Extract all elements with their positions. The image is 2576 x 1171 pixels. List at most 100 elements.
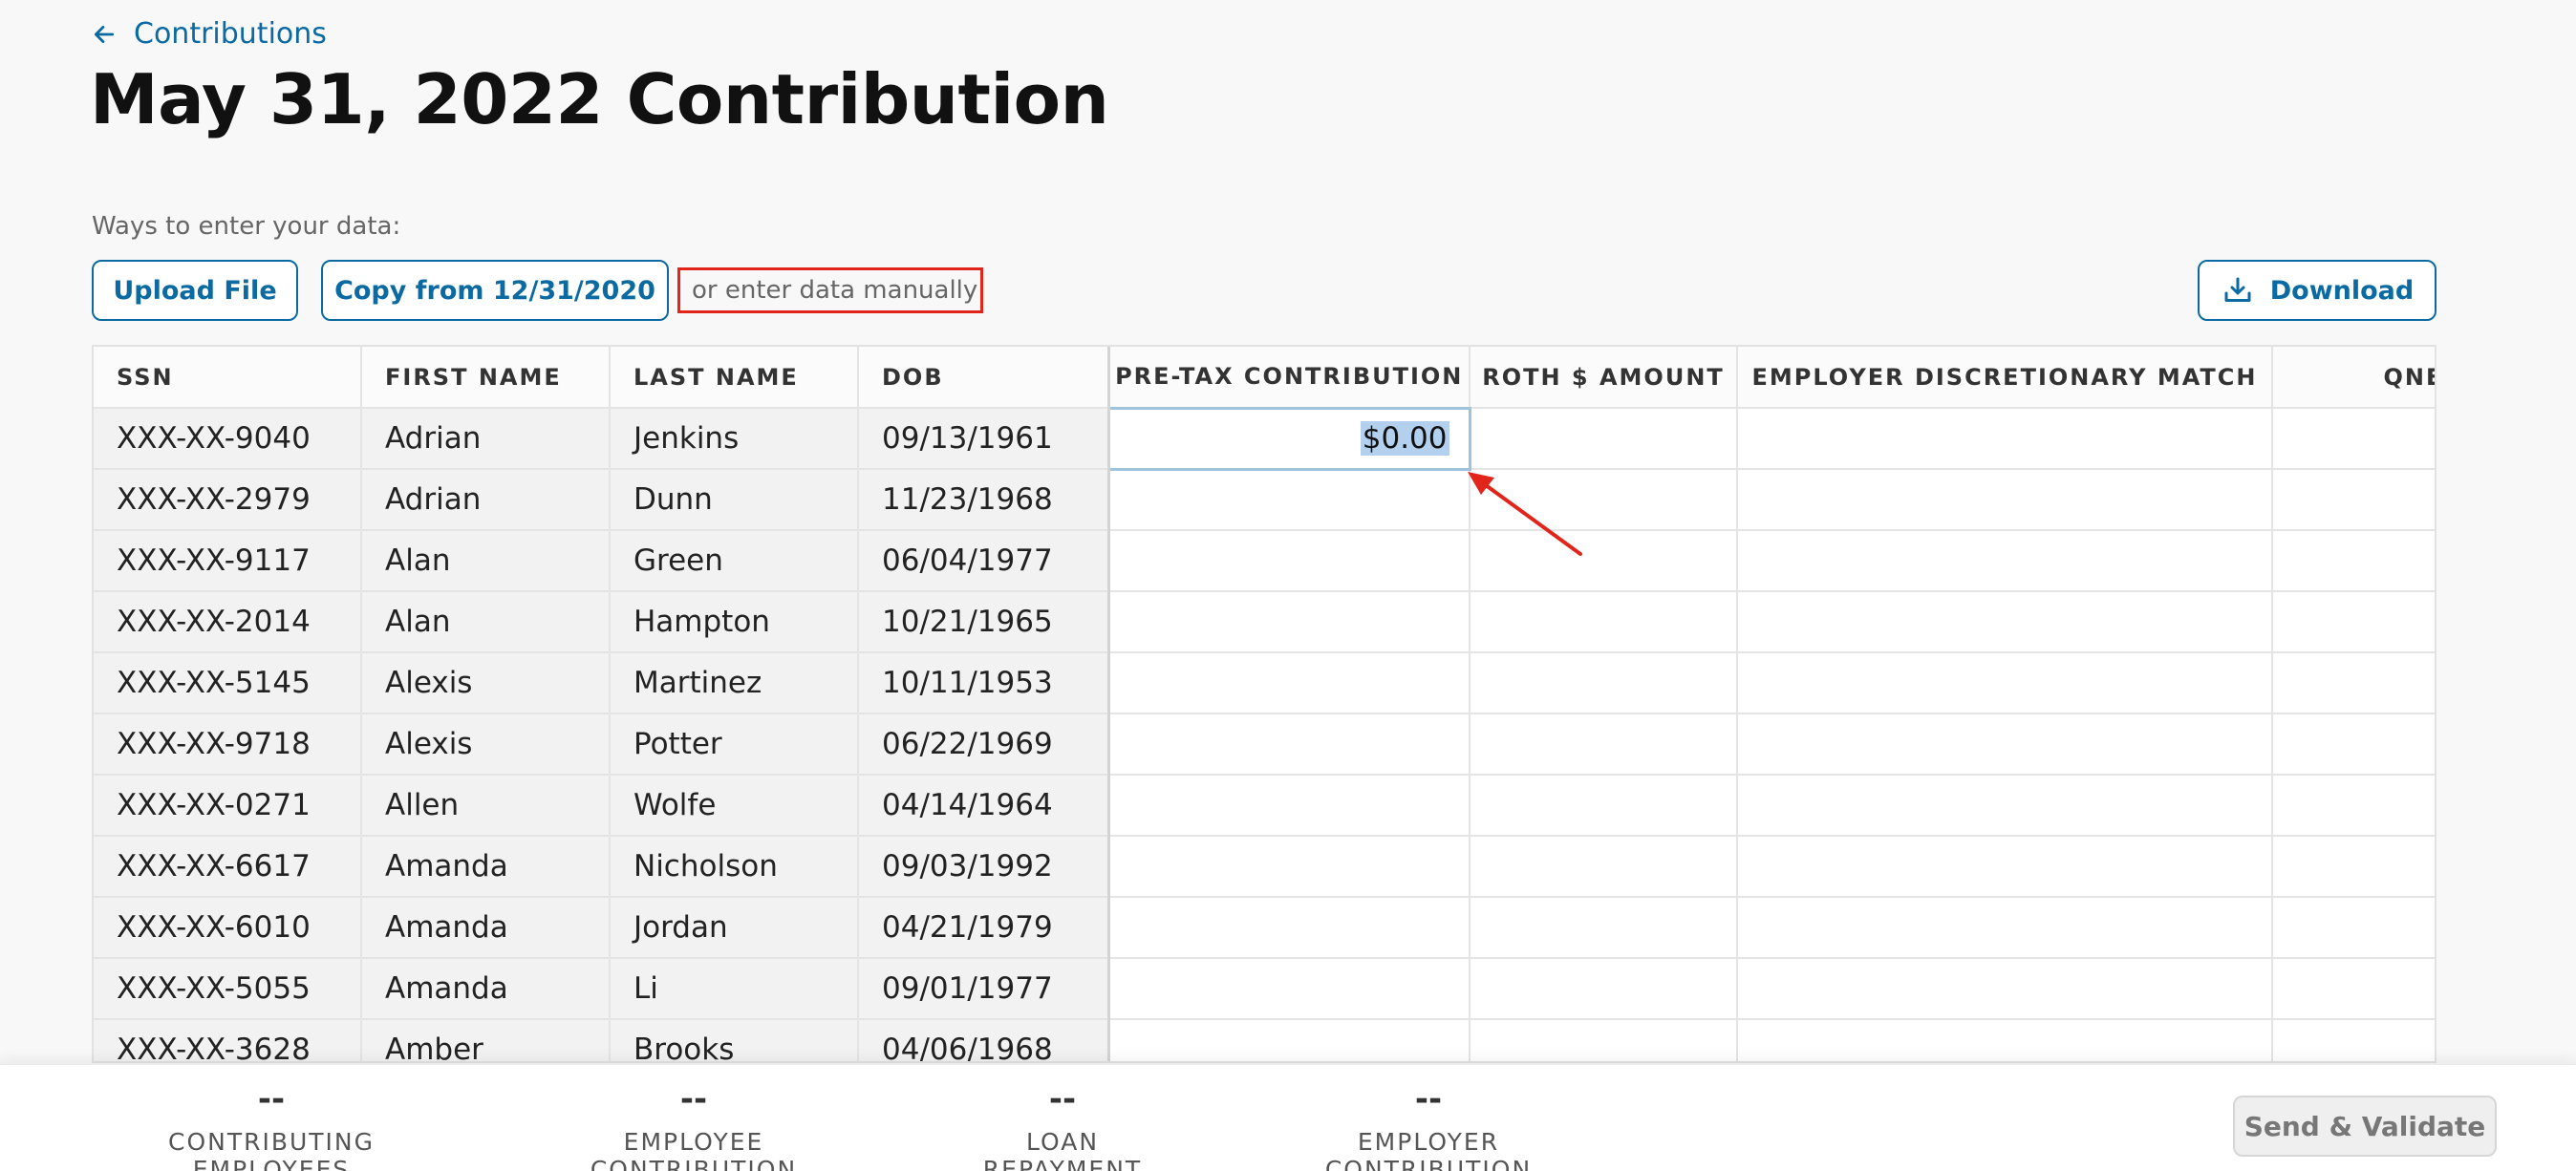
cell-roth[interactable] [1470, 897, 1738, 959]
active-cell-value: $0.00 [1360, 421, 1449, 456]
copy-from-label: Copy from 12/31/2020 [334, 275, 655, 306]
cell-qnec[interactable] [2272, 836, 2435, 898]
cell-employer-discretionary-match[interactable] [1737, 408, 2273, 470]
table-row: XXX-XX-5145 Alexis Martinez 10/11/1953 [94, 652, 2435, 714]
column-header-last-name[interactable]: LAST NAME [610, 347, 859, 409]
cell-roth[interactable] [1470, 958, 1738, 1020]
cell-pre-tax[interactable] [1108, 958, 1470, 1020]
cell-last-name: Potter [610, 713, 859, 776]
cell-employer-discretionary-match[interactable] [1737, 1019, 2273, 1061]
table-body: XXX-XX-9040 Adrian Jenkins 09/13/1961 $0.00 X… [94, 406, 2435, 1061]
page-title: May 31, 2022 Contribution [90, 59, 1109, 139]
cell-ssn: XXX-XX-0271 [94, 775, 362, 837]
cell-qnec[interactable] [2272, 897, 2435, 959]
table-header-row: SSN FIRST NAME LAST NAME DOB PRE-TAX CON… [94, 347, 2435, 409]
cell-qnec[interactable] [2272, 958, 2435, 1020]
cell-pre-tax[interactable] [1108, 775, 1470, 837]
cell-ssn: XXX-XX-3628 [94, 1019, 362, 1061]
cell-dob: 04/06/1968 [858, 1019, 1110, 1061]
cell-pre-tax[interactable]: $0.00 [1106, 406, 1471, 471]
cell-qnec[interactable] [2272, 775, 2435, 837]
table-row: XXX-XX-0271 Allen Wolfe 04/14/1964 [94, 775, 2435, 837]
column-header-qnec[interactable]: QNEC [2272, 347, 2435, 409]
stat-label: CONTRIBUTING EMPLOYEES [167, 1128, 376, 1171]
cell-last-name: Li [610, 958, 859, 1020]
cell-pre-tax[interactable] [1108, 1019, 1470, 1061]
cell-dob: 04/14/1964 [858, 775, 1110, 837]
cell-first-name: Alexis [361, 713, 611, 776]
cell-ssn: XXX-XX-5145 [94, 652, 362, 714]
table-row: XXX-XX-9040 Adrian Jenkins 09/13/1961 $0.00 [94, 406, 2435, 471]
contribution-grid: SSN FIRST NAME LAST NAME DOB PRE-TAX CON… [92, 345, 2436, 1063]
cell-qnec[interactable] [2272, 1019, 2435, 1061]
cell-roth[interactable] [1470, 652, 1738, 714]
cell-pre-tax[interactable] [1108, 530, 1470, 592]
arrow-left-icon [94, 25, 115, 43]
send-and-validate-button[interactable]: Send & Validate [2233, 1096, 2497, 1157]
column-header-ssn[interactable]: SSN [94, 347, 362, 409]
cell-employer-discretionary-match[interactable] [1737, 836, 2273, 898]
cell-first-name: Allen [361, 775, 611, 837]
cell-roth[interactable] [1470, 408, 1738, 470]
cell-dob: 06/04/1977 [858, 530, 1110, 592]
cell-qnec[interactable] [2272, 713, 2435, 776]
cell-employer-discretionary-match[interactable] [1737, 958, 2273, 1020]
table-row: XXX-XX-9718 Alexis Potter 06/22/1969 [94, 713, 2435, 776]
cell-roth[interactable] [1470, 591, 1738, 653]
cell-last-name: Wolfe [610, 775, 859, 837]
column-header-first-name[interactable]: FIRST NAME [361, 347, 611, 409]
stat-label: EMPLOYEE CONTRIBUTION [590, 1128, 798, 1171]
cell-first-name: Alan [361, 591, 611, 653]
copy-from-previous-button[interactable]: Copy from 12/31/2020 [321, 260, 669, 321]
enter-manually-label: or enter data manually [692, 276, 978, 305]
table-row: XXX-XX-5055 Amanda Li 09/01/1977 [94, 958, 2435, 1020]
table-row: XXX-XX-2979 Adrian Dunn 11/23/1968 [94, 469, 2435, 531]
cell-pre-tax[interactable] [1108, 713, 1470, 776]
column-header-employer-discretionary-match[interactable]: EMPLOYER DISCRETIONARY MATCH [1737, 347, 2273, 409]
cell-pre-tax[interactable] [1108, 591, 1470, 653]
cell-last-name: Hampton [610, 591, 859, 653]
stat-contributing-employees: -- CONTRIBUTING EMPLOYEES [99, 1080, 443, 1171]
cell-dob: 10/21/1965 [858, 591, 1110, 653]
cell-qnec[interactable] [2272, 469, 2435, 531]
cell-pre-tax[interactable] [1108, 836, 1470, 898]
cell-employer-discretionary-match[interactable] [1737, 897, 2273, 959]
cell-roth[interactable] [1470, 713, 1738, 776]
cell-employer-discretionary-match[interactable] [1737, 530, 2273, 592]
cell-employer-discretionary-match[interactable] [1737, 652, 2273, 714]
cell-roth[interactable] [1470, 1019, 1738, 1061]
cell-employer-discretionary-match[interactable] [1737, 775, 2273, 837]
cell-dob: 09/01/1977 [858, 958, 1110, 1020]
cell-first-name: Alexis [361, 652, 611, 714]
column-header-pre-tax[interactable]: PRE-TAX CONTRIBUTION [1108, 347, 1470, 409]
cell-roth[interactable] [1470, 836, 1738, 898]
cell-pre-tax[interactable] [1108, 897, 1470, 959]
cell-ssn: XXX-XX-9117 [94, 530, 362, 592]
cell-first-name: Amanda [361, 836, 611, 898]
cell-ssn: XXX-XX-6617 [94, 836, 362, 898]
cell-pre-tax[interactable] [1108, 469, 1470, 531]
cell-employer-discretionary-match[interactable] [1737, 713, 2273, 776]
table-row: XXX-XX-2014 Alan Hampton 10/21/1965 [94, 591, 2435, 653]
stat-label: LOAN REPAYMENT [982, 1128, 1143, 1171]
upload-file-button[interactable]: Upload File [92, 260, 298, 321]
cell-last-name: Green [610, 530, 859, 592]
back-to-contributions-link[interactable]: Contributions [92, 17, 327, 51]
cell-dob: 04/21/1979 [858, 897, 1110, 959]
cell-ssn: XXX-XX-6010 [94, 897, 362, 959]
table-row: XXX-XX-3628 Amber Brooks 04/06/1968 [94, 1019, 2435, 1061]
cell-employer-discretionary-match[interactable] [1737, 469, 2273, 531]
stat-employer-contribution: -- EMPLOYER CONTRIBUTION [1263, 1080, 1594, 1171]
download-button[interactable]: Download [2198, 260, 2436, 321]
cell-first-name: Amanda [361, 897, 611, 959]
column-header-dob[interactable]: DOB [858, 347, 1110, 409]
column-header-roth[interactable]: ROTH $ AMOUNT [1470, 347, 1738, 409]
cell-pre-tax[interactable] [1108, 652, 1470, 714]
cell-qnec[interactable] [2272, 530, 2435, 592]
cell-qnec[interactable] [2272, 408, 2435, 470]
cell-qnec[interactable] [2272, 591, 2435, 653]
back-link-label: Contributions [134, 17, 327, 51]
cell-qnec[interactable] [2272, 652, 2435, 714]
cell-employer-discretionary-match[interactable] [1737, 591, 2273, 653]
cell-roth[interactable] [1470, 775, 1738, 837]
